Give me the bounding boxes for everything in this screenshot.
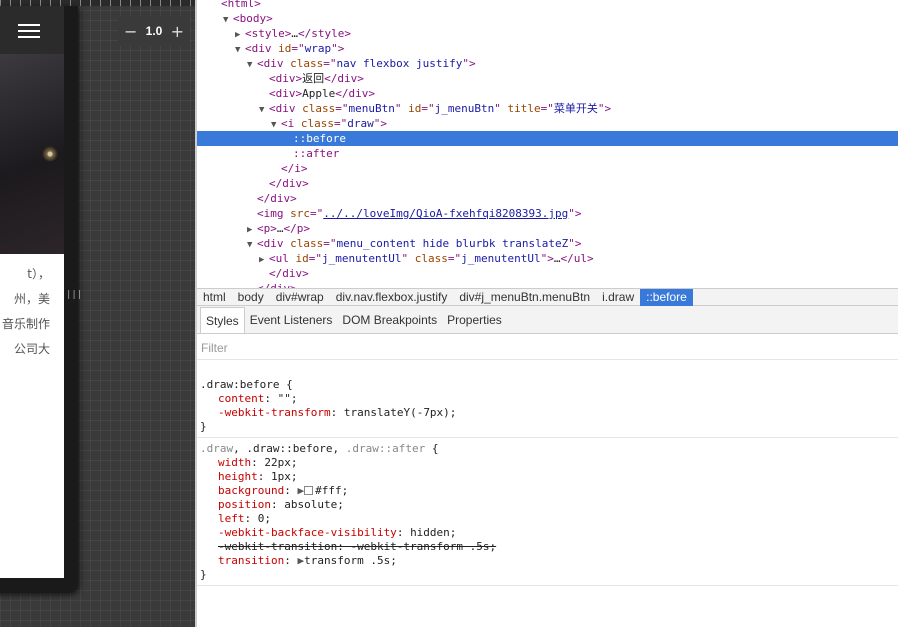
dom-node[interactable]: </div> — [197, 266, 898, 281]
dom-node[interactable]: </div> — [197, 281, 898, 288]
breadcrumb-item[interactable]: ::before — [640, 288, 693, 306]
dom-node-markup: </i> — [281, 162, 308, 175]
app-text-line: 公司大 — [13, 342, 50, 356]
dom-node-markup: </div> — [269, 267, 309, 280]
dom-node[interactable]: ▼ <div class="menu_content hide blurbk tr… — [197, 236, 898, 251]
dom-node-markup: <ul id="j_menutentUl" class="j_menutentU… — [269, 252, 594, 265]
tab-dom-breakpoints[interactable]: DOM Breakpoints — [337, 307, 442, 333]
breadcrumb-item[interactable]: div#j_menuBtn.menuBtn — [453, 289, 596, 306]
dom-node[interactable]: <img src="../../loveImg/QioA-fxehfqi8208… — [197, 206, 898, 221]
dom-node-markup: <div class="nav flexbox justify"> — [257, 57, 476, 70]
dom-node-markup: ::after — [293, 147, 340, 160]
css-declaration[interactable]: left: 0; — [218, 512, 271, 526]
styles-filter-bar — [197, 334, 898, 360]
dom-node[interactable]: ▼ <div class="nav flexbox justify"> — [197, 56, 898, 71]
css-rule-close: } — [200, 568, 207, 581]
app-text-line: t）， — [27, 267, 50, 281]
css-declaration[interactable]: height: 1px; — [218, 470, 298, 484]
dom-node-markup: </div> — [257, 192, 297, 205]
dom-node[interactable]: ▼ <i class="draw"> — [197, 116, 898, 131]
dom-node[interactable]: ::after — [197, 146, 898, 161]
breadcrumb-item[interactable]: i.draw — [596, 289, 640, 306]
dom-node-markup: <style>…</style> — [245, 27, 351, 40]
dom-node[interactable]: <div>返回</div> — [197, 71, 898, 86]
zoom-in-button[interactable]: + — [171, 22, 184, 41]
dom-node-markup: <p>…</p> — [257, 222, 310, 235]
css-declaration[interactable]: background: ▶ #fff; — [218, 484, 348, 498]
dom-node[interactable]: </i> — [197, 161, 898, 176]
dom-node-markup: ::before — [293, 132, 346, 145]
tab-properties[interactable]: Properties — [442, 307, 507, 333]
app-photo — [0, 54, 64, 254]
css-declaration[interactable]: -webkit-transform: translateY(-7px); — [218, 406, 456, 420]
dom-node[interactable]: </div> — [197, 176, 898, 191]
css-declaration[interactable]: content: ""; — [218, 392, 297, 406]
dom-node-selected[interactable]: ::before — [197, 131, 898, 146]
css-selector[interactable]: .draw:before { — [200, 378, 293, 392]
dom-node[interactable]: <div>Apple</div> — [197, 86, 898, 101]
zoom-out-button[interactable]: − — [124, 22, 137, 41]
tab-event-listeners[interactable]: Event Listeners — [245, 307, 338, 333]
dom-node[interactable]: </div> — [197, 191, 898, 206]
css-declaration[interactable]: transition: ▶transform .5s; — [218, 554, 397, 568]
devtools-panel: <html> ▼ <body> ▶ <style>…</style> ▼ <div id="… — [197, 0, 898, 627]
dom-node[interactable]: ▶ <p>…</p> — [197, 221, 898, 236]
breadcrumb-item[interactable]: div#wrap — [270, 289, 330, 306]
dom-node-markup: </div> — [269, 177, 309, 190]
hamburger-menu-icon[interactable] — [18, 24, 40, 38]
css-rule: .draw:before {content: ""; -webkit-transf… — [197, 361, 898, 438]
zoom-control: − 1.0 + — [118, 16, 190, 46]
dom-node[interactable]: <html> — [197, 0, 898, 11]
dom-node-markup: <div>返回</div> — [269, 72, 364, 85]
breadcrumb-item[interactable]: div.nav.flexbox.justify — [330, 289, 454, 306]
dom-node[interactable]: ▼ <div id="wrap"> — [197, 41, 898, 56]
dom-node[interactable]: ▶ <ul id="j_menutentUl" class="j_menutent… — [197, 251, 898, 266]
css-rule-close: } — [200, 420, 207, 433]
css-declaration[interactable]: -webkit-transition: -webkit-transform .5… — [218, 540, 496, 554]
dom-node-markup: <i class="draw"> — [281, 117, 387, 130]
device-screen: t）， 州，美 音乐制作 公司大 — [0, 6, 64, 578]
dom-node-markup: <body> — [233, 12, 273, 25]
styles-filter-input[interactable] — [201, 341, 501, 355]
dom-node-markup: <div>Apple</div> — [269, 87, 375, 100]
tab-styles[interactable]: Styles — [200, 307, 245, 333]
dom-node-markup: <html> — [221, 0, 261, 10]
css-rule: .draw, .draw::before, .draw::after {widt… — [197, 438, 898, 586]
dom-node[interactable]: ▶ <style>…</style> — [197, 26, 898, 41]
css-declaration[interactable]: width: 22px; — [218, 456, 298, 470]
css-declaration[interactable]: position: absolute; — [218, 498, 344, 512]
css-declaration[interactable]: -webkit-backface-visibility: hidden; — [218, 526, 456, 540]
device-emulation-area: t）， 州，美 音乐制作 公司大 ||| − 1.0 + — [0, 0, 196, 627]
app-nav-bar — [0, 6, 64, 54]
dom-node[interactable]: ▼ <body> — [197, 11, 898, 26]
app-paragraph: t）， 州，美 音乐制作 公司大 — [0, 262, 64, 362]
css-selector[interactable]: .draw, .draw::before, .draw::after { — [200, 442, 438, 456]
device-resize-handle[interactable]: ||| — [66, 290, 82, 300]
sidebar-tabs: Styles Event Listeners DOM Breakpoints Prop… — [197, 306, 898, 334]
dom-node-markup: <div id="wrap"> — [245, 42, 345, 55]
breadcrumb-item[interactable]: body — [232, 289, 270, 306]
elements-dom-tree: <html> ▼ <body> ▶ <style>…</style> ▼ <div id="… — [197, 0, 898, 288]
breadcrumb: html body div#wrap div.nav.flexbox.justify d… — [197, 288, 898, 306]
app-text-line: 州，美 — [13, 292, 50, 306]
breadcrumb-item[interactable]: html — [197, 289, 232, 306]
zoom-value: 1.0 — [145, 24, 163, 38]
dom-node[interactable]: ▼ <div class="menuBtn" id="j_menuBtn" tit… — [197, 101, 898, 116]
dom-node-markup: <div class="menuBtn" id="j_menuBtn" titl… — [269, 102, 612, 115]
app-text-line: 音乐制作 — [1, 317, 50, 331]
dom-node-markup: <img src="../../loveImg/QioA-fxehfqi8208… — [257, 207, 582, 220]
dom-node-markup: <div class="menu_content hide blurbk tra… — [257, 237, 582, 250]
